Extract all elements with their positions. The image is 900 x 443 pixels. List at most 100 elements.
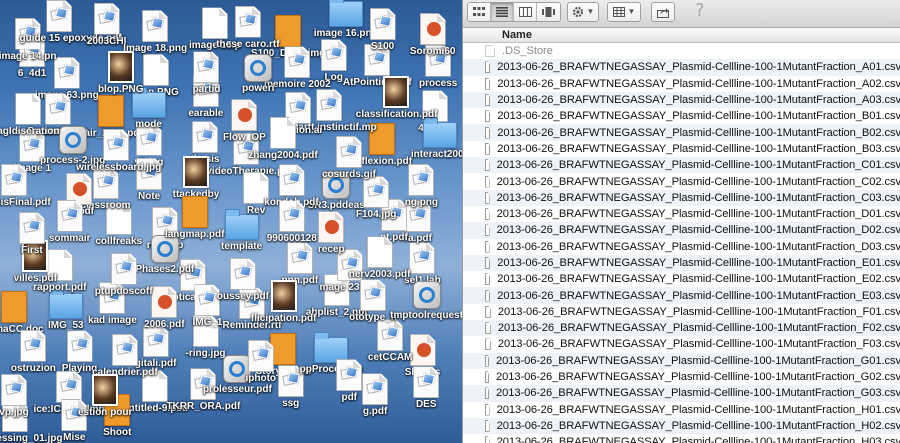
- icon-view-button[interactable]: [468, 3, 491, 21]
- desktop-file-icon[interactable]: Rev: [236, 171, 276, 216]
- document-icon: [485, 61, 491, 74]
- desktop-file-icon[interactable]: ostruzion: [11, 329, 56, 374]
- desktop-file-icon[interactable]: poweri: [238, 53, 278, 94]
- desktop-file-icon[interactable]: vp.jpg: [0, 374, 34, 418]
- desktop-file-icon[interactable]: ng.png: [401, 163, 441, 208]
- file-row[interactable]: 2013-06-26_BRAFWTNEGASSAY_Plasmid-Cellli…: [463, 320, 900, 337]
- desktop-file-label: ThesisFinal.pdf: [0, 196, 51, 208]
- file-icon: [286, 242, 313, 275]
- desktop-file-icon[interactable]: flicipation.pdf: [251, 280, 316, 324]
- desktop-file-icon[interactable]: nnn.pdf: [280, 242, 320, 286]
- file-row[interactable]: 2013-06-26_BRAFWTNEGASSAY_Plasmid-Cellli…: [463, 76, 900, 92]
- desktop-file-icon[interactable]: image 16.png: [314, 0, 378, 39]
- list-view-button[interactable]: [491, 3, 514, 21]
- desktop-file-icon[interactable]: oussey.pdf: [217, 257, 269, 302]
- file-row[interactable]: 2013-06-26_BRAFWTNEGASSAY_Plasmid-Cellli…: [463, 206, 900, 222]
- desktop-file-label: wirelessboard.jpg: [76, 161, 162, 173]
- preview-image-icon: [197, 58, 216, 73]
- file-row[interactable]: 2013-06-26_BRAFWTNEGASSAY_Plasmid-Cellli…: [463, 304, 900, 320]
- file-row[interactable]: 2013-06-26_BRAFWTNEGASSAY_Plasmid-Cellli…: [463, 271, 900, 287]
- file-row[interactable]: 2013-06-26_BRAFWTNEGASSAY_Plasmid-Cellli…: [463, 254, 900, 272]
- finder-toolbar: ▼ ▼ ?: [463, 0, 900, 28]
- file-row[interactable]: 2013-06-26_BRAFWTNEGASSAY_Plasmid-Cellli…: [463, 239, 900, 255]
- file-row[interactable]: 2013-06-26_BRAFWTNEGASSAY_Plasmid-Cellli…: [463, 287, 900, 304]
- file-name: 2013-06-26_BRAFWTNEGASSAY_Plasmid-Cellli…: [497, 338, 900, 351]
- file-icon: [369, 8, 396, 41]
- desktop-file-label: estion pour: [77, 407, 133, 419]
- name-column-header[interactable]: Name: [463, 28, 900, 43]
- desktop-file-icon[interactable]: Phases2.pdf: [135, 234, 194, 275]
- desktop-file-icon[interactable]: First: [12, 212, 52, 256]
- share-button[interactable]: [651, 2, 675, 22]
- file-row[interactable]: 2013-06-26_BRAFWTNEGASSAY_Plasmid-Cellli…: [463, 385, 900, 402]
- document-icon: [485, 273, 491, 286]
- document-icon: [485, 191, 490, 204]
- preview-image-icon: [251, 346, 270, 361]
- desktop-file-icon[interactable]: sommair: [49, 199, 91, 244]
- desktop[interactable]: image 14.pn guide 15 epoxyde.pdf 2003CHI Im…: [0, 0, 462, 443]
- desktop-file-icon[interactable]: langmap.pdf: [165, 195, 224, 240]
- desktop-file-label: interact2007: [410, 148, 462, 160]
- file-name: 2013-06-26_BRAFWTNEGASSAY_Plasmid-Cellli…: [497, 273, 900, 286]
- desktop-file-icon[interactable]: 2003CHI: [87, 2, 127, 47]
- desktop-file-icon[interactable]: pdf: [329, 359, 369, 403]
- file-row[interactable]: .DS_Store: [463, 43, 900, 59]
- arrange-menu-button[interactable]: ▼: [607, 2, 641, 22]
- preview-image-icon: [282, 171, 301, 186]
- column-view-button[interactable]: [514, 3, 537, 21]
- desktop-file-label: TKRR_ORA.pdf: [166, 401, 241, 413]
- desktop-file-icon[interactable]: Image 18.png: [123, 10, 187, 54]
- desktop-file-icon[interactable]: zhang2004.pdf: [248, 116, 318, 161]
- desktop-file-icon[interactable]: ThesisFinal.pdf: [0, 163, 51, 208]
- desktop-file-icon[interactable]: blop.PNG: [98, 50, 144, 95]
- file-name: 2013-06-26_BRAFWTNEGASSAY_Plasmid-Cellli…: [496, 224, 900, 237]
- file-row[interactable]: 2013-06-26_BRAFWTNEGASSAY_Plasmid-Cellli…: [463, 336, 900, 352]
- help-icon[interactable]: ?: [695, 0, 705, 21]
- document-icon: [485, 240, 490, 253]
- file-row[interactable]: 2013-06-26_BRAFWTNEGASSAY_Plasmid-Cellli…: [463, 222, 900, 239]
- desktop-file-icon[interactable]: classification.pdf: [356, 76, 437, 120]
- desktop-file-icon[interactable]: Flow_OP: [223, 99, 266, 143]
- chevron-down-icon: ▼: [586, 7, 595, 16]
- desktop-file-icon[interactable]: ptupdoscoff: [95, 252, 153, 297]
- file-row[interactable]: 2013-06-26_BRAFWTNEGASSAY_Plasmid-Cellli…: [463, 417, 900, 435]
- desktop-file-icon[interactable]: DES: [406, 366, 446, 410]
- list-view-icon: [496, 7, 508, 17]
- desktop-file-icon[interactable]: S100: [363, 8, 403, 52]
- desktop-file-icon[interactable]: interact2007: [411, 116, 462, 160]
- desktop-file-icon[interactable]: nerv2003.pdf: [349, 236, 410, 280]
- file-name: 2013-06-26_BRAFWTNEGASSAY_Plasmid-Cellli…: [497, 126, 900, 139]
- file-row[interactable]: 2013-06-26_BRAFWTNEGASSAY_Plasmid-Cellli…: [463, 91, 900, 109]
- desktop-file-icon[interactable]: estion pour: [78, 374, 132, 418]
- desktop-file-icon[interactable]: these caro.rtf: [216, 5, 280, 50]
- file-row[interactable]: 2013-06-26_BRAFWTNEGASSAY_Plasmid-Cellli…: [463, 59, 900, 76]
- desktop-file-icon[interactable]: cosurds.gif: [322, 135, 376, 180]
- file-row[interactable]: 2013-06-26_BRAFWTNEGASSAY_Plasmid-Cellli…: [463, 124, 900, 141]
- desktop-file-icon[interactable]: tmptoolrequest: [390, 280, 462, 321]
- file-row[interactable]: 2013-06-26_BRAFWTNEGASSAY_Plasmid-Cellli…: [463, 434, 900, 443]
- desktop-file-icon[interactable]: agIdiseration: [0, 92, 60, 137]
- file-row[interactable]: 2013-06-26_BRAFWTNEGASSAY_Plasmid-Cellli…: [463, 173, 900, 189]
- file-row[interactable]: 2013-06-26_BRAFWTNEGASSAY_Plasmid-Cellli…: [463, 402, 900, 418]
- column-view-icon: [518, 7, 532, 17]
- app-badge-icon: [418, 286, 435, 303]
- file-row[interactable]: 2013-06-26_BRAFWTNEGASSAY_Plasmid-Cellli…: [463, 352, 900, 369]
- file-name: 2013-06-26_BRAFWTNEGASSAY_Plasmid-Cellli…: [497, 322, 900, 335]
- ppt-badge-icon: [325, 220, 340, 235]
- action-menu-button[interactable]: ▼: [567, 2, 599, 22]
- file-name: 2013-06-26_BRAFWTNEGASSAY_Plasmid-Cellli…: [496, 191, 900, 204]
- desktop-file-icon[interactable]: iphoto: [241, 339, 281, 384]
- file-row[interactable]: 2013-06-26_BRAFWTNEGASSAY_Plasmid-Cellli…: [463, 157, 900, 174]
- file-row[interactable]: 2013-06-26_BRAFWTNEGASSAY_Plasmid-Cellli…: [463, 189, 900, 206]
- desktop-file-icon[interactable]: cetCCAM: [368, 319, 412, 363]
- file-row[interactable]: 2013-06-26_BRAFWTNEGASSAY_Plasmid-Cellli…: [463, 141, 900, 157]
- desktop-file-label: ostruzion: [10, 362, 56, 374]
- file-icon: [278, 200, 305, 233]
- desktop-file-icon[interactable]: 990600128: [267, 200, 317, 244]
- cover-flow-button[interactable]: [537, 3, 560, 21]
- preview-image-icon: [364, 286, 382, 301]
- file-row[interactable]: 2013-06-26_BRAFWTNEGASSAY_Plasmid-Cellli…: [463, 108, 900, 124]
- desktop-file-icon[interactable]: calendrier.pdf: [92, 333, 158, 378]
- desktop-file-icon[interactable]: wirelessboard.jpg: [76, 128, 161, 173]
- file-row[interactable]: 2013-06-26_BRAFWTNEGASSAY_Plasmid-Cellli…: [463, 369, 900, 385]
